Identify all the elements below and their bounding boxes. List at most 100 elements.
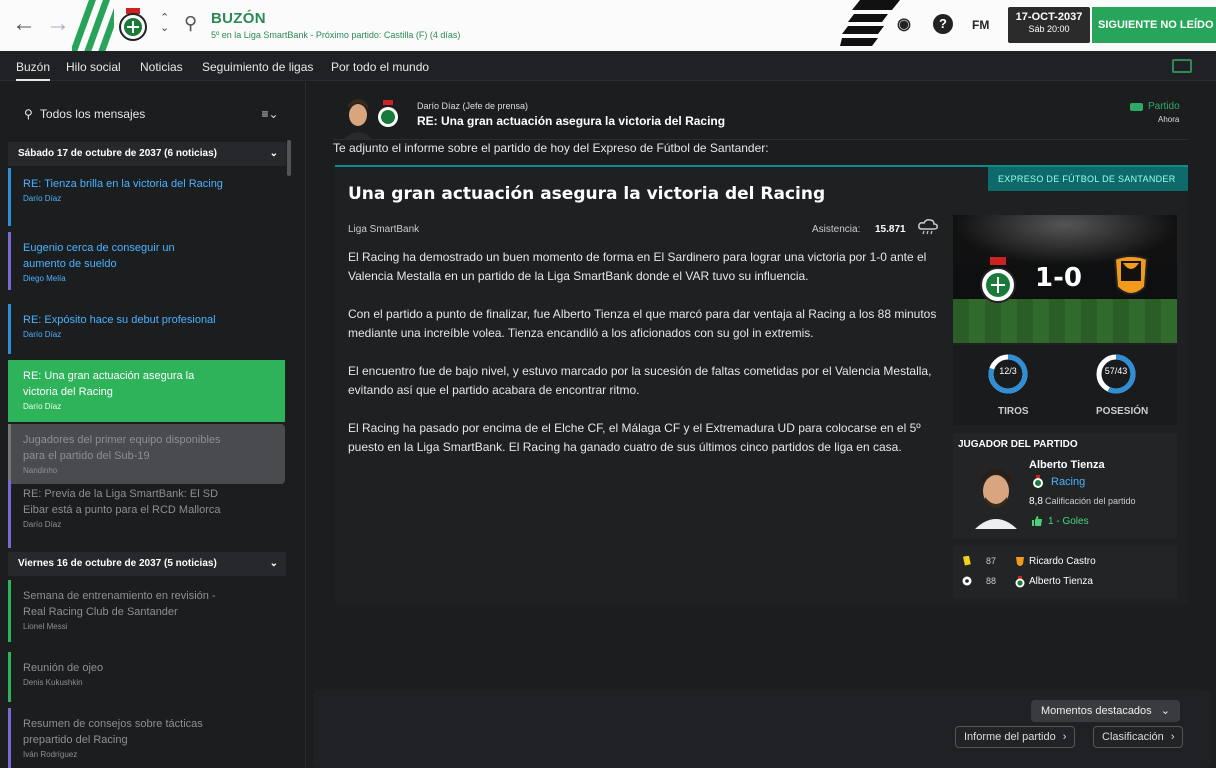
event-player[interactable]: Ricardo Castro	[1029, 556, 1096, 567]
article-source: EXPRESO DE FÚTBOL DE SANTANDER	[988, 167, 1188, 191]
attendance-value: 15.871	[875, 224, 906, 235]
match-score: 1-0	[1035, 263, 1082, 293]
message-intro: Te adjunto el informe sobre el partido d…	[333, 141, 769, 155]
list-item[interactable]: Jugadores del primer equipo disponibles …	[8, 424, 285, 484]
help-icon[interactable]: ?	[933, 14, 953, 34]
potm-goals: 1 - Goles	[1048, 516, 1089, 527]
tab-noticias[interactable]: Noticias	[140, 60, 183, 74]
message-title: Jugadores del primer equipo disponibles …	[23, 434, 221, 462]
forward-arrow-icon[interactable]: →	[46, 12, 70, 36]
header-separator	[333, 139, 1188, 140]
tab-seguimiento-ligas[interactable]: Seguimiento de ligas	[202, 60, 313, 74]
list-item[interactable]: RE: Tienza brilla en la victoria del Rac…	[8, 168, 285, 226]
ball-icon	[962, 576, 972, 586]
sidebar-scrollbar[interactable]	[287, 140, 291, 176]
date-group-label: Viernes 16 de octubre de 2037 (5 noticia…	[18, 558, 217, 569]
top-bar: ← → ⌃ ⌄ ⚲ BUZÓN 5º en la Liga SmartBank -…	[0, 0, 1216, 67]
event-player[interactable]: Alberto Tienza	[1029, 576, 1093, 587]
list-item[interactable]: Reunión de ojeo Denis Kukushkin	[8, 652, 285, 702]
match-stats: 12/3 TIROS 57/43 POSESIÓN	[953, 345, 1177, 425]
shots-value: 12/3	[999, 366, 1017, 376]
message-title: RE: Previa de la Liga SmartBank: El SD E…	[23, 488, 221, 516]
match-report-button[interactable]: Informe del partido ›	[955, 726, 1076, 748]
weather-rain-icon	[918, 219, 938, 235]
article-paragraph: El Racing ha demostrado un buen momento …	[348, 250, 927, 283]
list-item[interactable]: RE: Previa de la Liga SmartBank: El SD E…	[8, 480, 285, 548]
next-unread-label: SIGUIENTE NO LEÍDO	[1098, 19, 1214, 31]
tab-por-todo-el-mundo[interactable]: Por todo el mundo	[331, 60, 429, 74]
article-paragraph: El Racing ha pasado por encima de el Elc…	[348, 421, 921, 454]
sort-menu-button[interactable]: ≡⌄	[252, 94, 288, 134]
message-title: RE: Una gran actuación asegura la victor…	[23, 370, 195, 398]
message-title: RE: Expósito hace su debut profesional	[23, 314, 216, 326]
world-icon[interactable]: ◉	[897, 14, 911, 34]
home-team-crest-icon[interactable]	[979, 257, 1017, 305]
search-icon: ⚲	[24, 107, 33, 121]
message-author: Darío Díaz	[23, 330, 62, 339]
potm-club-link[interactable]: Racing	[1051, 476, 1085, 488]
highlights-label: Momentos destacados	[1041, 705, 1152, 717]
thumbs-up-icon	[1032, 516, 1042, 526]
message-author: Denis Kukushkin	[23, 678, 83, 687]
possession-label: POSESIÓN	[1096, 406, 1149, 417]
monitor-icon[interactable]	[1172, 59, 1192, 73]
date-display[interactable]: 17-OCT-2037 Sáb 20:00	[1008, 7, 1090, 43]
away-team-crest-icon	[1016, 557, 1024, 566]
message-subject: RE: Una gran actuación asegura la victor…	[417, 114, 726, 128]
match-scoreboard[interactable]: 1-0	[953, 215, 1177, 343]
article-paragraph: Con el partido a punto de finalizar, fue…	[348, 307, 937, 340]
search-icon[interactable]: ⚲	[184, 13, 197, 34]
message-title: Reunión de ojeo	[23, 662, 104, 674]
ticket-icon	[1130, 103, 1143, 111]
chevron-right-icon: ›	[1170, 731, 1175, 743]
list-item[interactable]: Resumen de consejos sobre tácticas prepa…	[8, 708, 285, 768]
filter-label: Todos los mensajes	[39, 107, 146, 121]
article-headline: Una gran actuación asegura la victoria d…	[348, 184, 826, 204]
message-time: Ahora	[1158, 115, 1180, 124]
fm-logo-icon	[840, 0, 900, 46]
list-item-selected[interactable]: RE: Una gran actuación asegura la victor…	[8, 360, 285, 422]
date-group-header[interactable]: Viernes 16 de octubre de 2037 (5 noticia…	[8, 552, 286, 576]
potm-player-name[interactable]: Alberto Tienza	[1029, 459, 1105, 471]
sender-avatar[interactable]	[342, 95, 374, 139]
event-row: 88 Alberto Tienza	[953, 574, 1177, 590]
home-team-crest-icon	[1015, 576, 1025, 588]
pitch-graphic	[953, 299, 1177, 343]
message-author: Diego Melía	[23, 274, 66, 283]
next-unread-button[interactable]: SIGUIENTE NO LEÍDO ›	[1092, 7, 1216, 67]
club-switch-icon[interactable]: ⌃ ⌄	[160, 13, 169, 34]
page-subtitle: 5º en la Liga SmartBank - Próximo partid…	[211, 30, 461, 40]
date-group-header[interactable]: Sábado 17 de octubre de 2037 (6 noticias…	[8, 142, 286, 166]
competition-link[interactable]: Liga SmartBank	[348, 224, 419, 235]
back-arrow-icon[interactable]: ←	[12, 12, 36, 36]
club-crest-icon[interactable]	[118, 7, 148, 45]
news-article: EXPRESO DE FÚTBOL DE SANTANDER Una gran …	[335, 165, 1188, 605]
chevron-down-icon: ⌄	[269, 558, 278, 569]
message-author: Iván Rodríguez	[23, 750, 78, 759]
league-table-button[interactable]: Clasificación ›	[1093, 726, 1184, 748]
sender-club-crest-icon	[378, 100, 398, 127]
page-title: BUZÓN	[211, 10, 266, 27]
message-category-link[interactable]: Partido	[1148, 101, 1180, 112]
date-group-label: Sábado 17 de octubre de 2037 (6 noticias…	[18, 148, 217, 159]
fm-menu-button[interactable]: FM	[972, 18, 989, 32]
message-author: Darío Díaz	[23, 402, 62, 411]
chevron-down-icon: ⌄	[269, 148, 278, 159]
list-item[interactable]: RE: Expósito hace su debut profesional D…	[8, 304, 285, 354]
match-events: 87 Ricardo Castro 88 Alberto Tienza	[953, 546, 1177, 598]
highlights-dropdown[interactable]: Momentos destacados ⌄	[1031, 700, 1180, 722]
tab-buzon[interactable]: Buzón	[16, 60, 51, 81]
message-sender: Darío Díaz (Jefe de prensa)	[417, 101, 529, 111]
away-team-crest-icon[interactable]	[1111, 253, 1151, 303]
potm-player-avatar[interactable]	[973, 461, 1019, 529]
potm-rating-label: Calificación del partido	[1045, 496, 1136, 506]
list-item[interactable]: Semana de entrenamiento en revisión - Re…	[8, 580, 285, 642]
message-filter[interactable]: ⚲ Todos los mensajes	[8, 94, 246, 134]
message-title: Resumen de consejos sobre tácticas prepa…	[23, 718, 203, 746]
match-report-label: Informe del partido	[964, 731, 1056, 743]
list-item[interactable]: Eugenio cerca de conseguir un aumento de…	[8, 232, 285, 290]
action-footer: Momentos destacados ⌄ Informe del partid…	[313, 690, 1211, 768]
tab-hilo-social[interactable]: Hilo social	[66, 60, 121, 74]
chevron-right-icon: ›	[1062, 731, 1067, 743]
potm-rating: 8,8	[1029, 496, 1043, 507]
